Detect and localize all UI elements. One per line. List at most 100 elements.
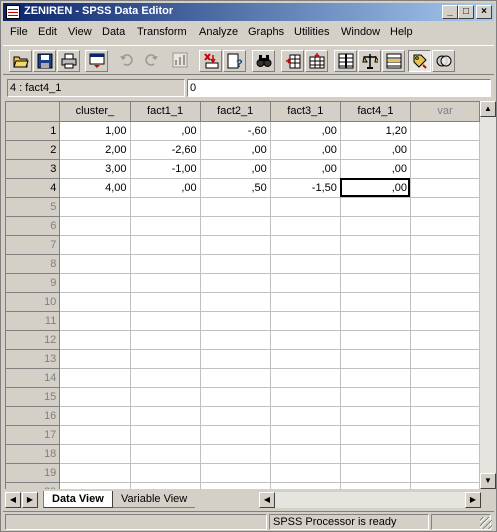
menu-analyze[interactable]: Analyze: [199, 26, 238, 38]
title-bar[interactable]: ZENIREN - SPSS Data Editor _ □ ×: [3, 3, 494, 21]
data-cell[interactable]: [410, 311, 480, 331]
data-cell[interactable]: [410, 463, 480, 483]
data-cell[interactable]: [340, 349, 411, 369]
data-cell[interactable]: [200, 368, 271, 388]
data-cell[interactable]: 1,00: [59, 121, 131, 141]
data-cell[interactable]: [410, 197, 480, 217]
find-icon[interactable]: [252, 50, 275, 72]
tab-scroll-left-icon[interactable]: ◀: [5, 492, 21, 508]
data-cell[interactable]: [410, 273, 480, 293]
data-cell[interactable]: [270, 444, 341, 464]
data-cell[interactable]: [340, 197, 411, 217]
dialog-recall-icon[interactable]: [85, 50, 108, 72]
data-cell[interactable]: [130, 235, 201, 255]
data-cell[interactable]: [200, 216, 271, 236]
row-header[interactable]: 10: [6, 292, 61, 312]
row-header[interactable]: 5: [6, 197, 61, 217]
data-cell[interactable]: 4,00: [59, 178, 131, 198]
data-cell[interactable]: -,60: [200, 121, 271, 141]
column-header-var[interactable]: var: [410, 102, 480, 122]
data-cell[interactable]: [270, 216, 341, 236]
data-cell[interactable]: ,00: [340, 140, 411, 160]
data-cell[interactable]: [270, 273, 341, 293]
menu-graphs[interactable]: Graphs: [248, 26, 284, 38]
data-cell[interactable]: [270, 292, 341, 312]
row-header[interactable]: 16: [6, 406, 61, 426]
data-cell[interactable]: [59, 368, 131, 388]
row-header[interactable]: 4: [6, 178, 61, 198]
close-button[interactable]: ×: [476, 5, 492, 19]
data-cell[interactable]: [59, 349, 131, 369]
data-cell[interactable]: [130, 216, 201, 236]
data-cell[interactable]: [410, 444, 480, 464]
data-cell[interactable]: 3,00: [59, 159, 131, 179]
data-cell[interactable]: [59, 406, 131, 426]
data-cell[interactable]: ,00: [270, 159, 341, 179]
data-cell[interactable]: [59, 330, 131, 350]
data-cell[interactable]: [340, 292, 411, 312]
data-cell[interactable]: [410, 140, 480, 160]
data-cell[interactable]: [200, 463, 271, 483]
data-cell[interactable]: [200, 235, 271, 255]
data-cell[interactable]: [130, 425, 201, 445]
data-cell[interactable]: [59, 292, 131, 312]
data-cell[interactable]: [410, 235, 480, 255]
spss-app-icon[interactable]: [6, 5, 20, 19]
column-header-fact1[interactable]: fact1_1: [130, 102, 201, 122]
data-cell[interactable]: ,00: [130, 121, 201, 141]
data-cell[interactable]: [130, 254, 201, 274]
goto-chart-icon[interactable]: [169, 50, 192, 72]
data-cell[interactable]: [59, 273, 131, 293]
data-cell[interactable]: [270, 197, 341, 217]
scroll-right-arrow-icon[interactable]: ▶: [465, 492, 481, 508]
data-cell[interactable]: [270, 349, 341, 369]
row-header[interactable]: 18: [6, 444, 61, 464]
menu-edit[interactable]: Edit: [38, 26, 57, 38]
column-header-fact2[interactable]: fact2_1: [200, 102, 271, 122]
data-cell[interactable]: [130, 387, 201, 407]
row-header[interactable]: 7: [6, 235, 61, 255]
data-cell[interactable]: [59, 235, 131, 255]
data-cell[interactable]: [340, 216, 411, 236]
save-icon[interactable]: [33, 50, 56, 72]
undo-icon[interactable]: [116, 50, 139, 72]
data-cell[interactable]: [410, 121, 480, 141]
data-cell[interactable]: ,00: [340, 159, 411, 179]
row-header[interactable]: 3: [6, 159, 61, 179]
data-cell[interactable]: [130, 330, 201, 350]
data-cell[interactable]: [270, 387, 341, 407]
insert-variable-icon[interactable]: [305, 50, 328, 72]
data-cell[interactable]: [200, 292, 271, 312]
goto-case-icon[interactable]: [199, 50, 222, 72]
data-cell[interactable]: [59, 425, 131, 445]
data-cell[interactable]: -1,00: [130, 159, 201, 179]
tab-variable-view[interactable]: Variable View: [113, 491, 196, 508]
data-cell[interactable]: ,00: [270, 140, 341, 160]
data-cell[interactable]: [340, 444, 411, 464]
row-header[interactable]: 6: [6, 216, 61, 236]
data-cell[interactable]: [200, 311, 271, 331]
data-cell[interactable]: [59, 444, 131, 464]
data-cell[interactable]: [59, 387, 131, 407]
data-cell[interactable]: [59, 482, 131, 489]
data-cell[interactable]: 1,20: [340, 121, 411, 141]
data-cell[interactable]: [340, 273, 411, 293]
redo-icon[interactable]: [140, 50, 163, 72]
data-cell[interactable]: [340, 406, 411, 426]
data-cell[interactable]: ,00: [270, 121, 341, 141]
data-cell[interactable]: [270, 425, 341, 445]
data-cell[interactable]: [200, 254, 271, 274]
data-cell[interactable]: [59, 254, 131, 274]
menu-utilities[interactable]: Utilities: [294, 26, 329, 38]
data-cell[interactable]: [200, 482, 271, 489]
data-cell[interactable]: [410, 254, 480, 274]
grid-corner[interactable]: [6, 102, 61, 122]
resize-grip-icon[interactable]: [480, 517, 492, 529]
row-header[interactable]: 12: [6, 330, 61, 350]
data-cell[interactable]: ,00: [200, 140, 271, 160]
data-cell[interactable]: [410, 368, 480, 388]
data-cell[interactable]: [340, 235, 411, 255]
data-cell[interactable]: [270, 463, 341, 483]
data-cell[interactable]: [340, 254, 411, 274]
data-cell[interactable]: [410, 330, 480, 350]
